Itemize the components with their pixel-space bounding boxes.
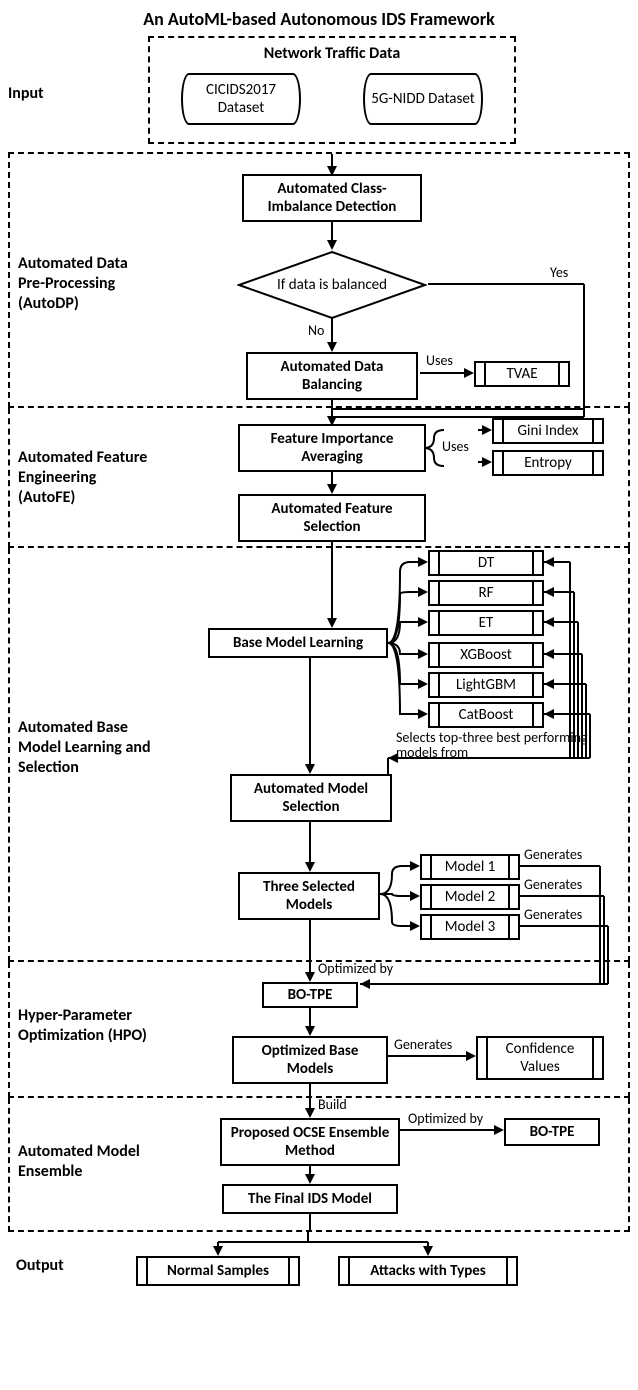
model3: Model 3 (420, 914, 520, 940)
model1: Model 1 (420, 854, 520, 880)
output-label: Output (16, 1256, 154, 1276)
input-label: Input (8, 84, 146, 104)
optby2: Optimized by (408, 1110, 483, 1127)
ensemble-label: Automated Model Ensemble (18, 1142, 156, 1182)
base-model-learning: Base Model Learning (208, 628, 388, 658)
autodp-label: Automated Data Pre-Processing (AutoDP) (18, 254, 156, 314)
basemodel-label: Automated Base Model Learning and Select… (18, 718, 156, 778)
model-lightgbm: LightGBM (428, 672, 544, 698)
model-et: ET (428, 610, 544, 636)
model2: Model 2 (420, 884, 520, 910)
gen4: Generates (394, 1036, 452, 1053)
gen2: Generates (524, 876, 582, 893)
gini-box: Gini Index (492, 418, 604, 444)
hpo-label: Hyper-Parameter Optimization (HPO) (18, 1006, 156, 1046)
uses-label-2: Uses (442, 438, 469, 455)
autofe-label: Automated Feature Engineering (AutoFE) (18, 448, 156, 508)
auto-model-selection: Automated Model Selection (230, 774, 392, 822)
ocse-method: Proposed OCSE Ensemble Method (220, 1118, 400, 1166)
dataset-5gnidd: 5G-NIDD Dataset (363, 73, 483, 125)
feature-importance-avg: Feature Importance Averaging (238, 424, 426, 472)
model-catboost: CatBoost (428, 702, 544, 728)
no-label: No (308, 322, 324, 339)
auto-feature-select: Automated Feature Selection (238, 494, 426, 542)
confidence-values: Confidence Values (476, 1036, 604, 1080)
automated-data-balancing: Automated Data Balancing (246, 352, 418, 400)
botpe2: BO-TPE (504, 1118, 600, 1146)
normal-samples: Normal Samples (136, 1256, 300, 1286)
model-xgboost: XGBoost (428, 642, 544, 668)
model-rf: RF (428, 580, 544, 606)
gen1: Generates (524, 846, 582, 863)
final-ids-model: The Final IDS Model (222, 1184, 398, 1214)
selects-note: Selects top-three best performing models… (396, 730, 596, 761)
build-label: Build (318, 1096, 347, 1113)
balance-decision: If data is balanced (237, 250, 427, 320)
tvae-box: TVAE (474, 361, 570, 387)
optby1: Optimized by (318, 960, 393, 977)
entropy-box: Entropy (492, 450, 604, 476)
class-imbalance-detection: Automated Class-Imbalance Detection (242, 174, 422, 222)
yes-label: Yes (550, 264, 568, 281)
dataset-cicids: CICIDS2017 Dataset (181, 73, 301, 125)
botpe1: BO-TPE (262, 982, 358, 1008)
optimized-base-models: Optimized Base Models (232, 1036, 388, 1084)
model-dt: DT (428, 550, 544, 576)
input-group-title: Network Traffic Data (150, 44, 514, 63)
three-selected-models: Three Selected Models (238, 872, 380, 920)
attacks-types: Attacks with Types (338, 1256, 518, 1286)
gen3: Generates (524, 906, 582, 923)
framework-title: An AutoML-based Autonomous IDS Framework (8, 8, 630, 30)
uses-label-1: Uses (426, 352, 453, 369)
